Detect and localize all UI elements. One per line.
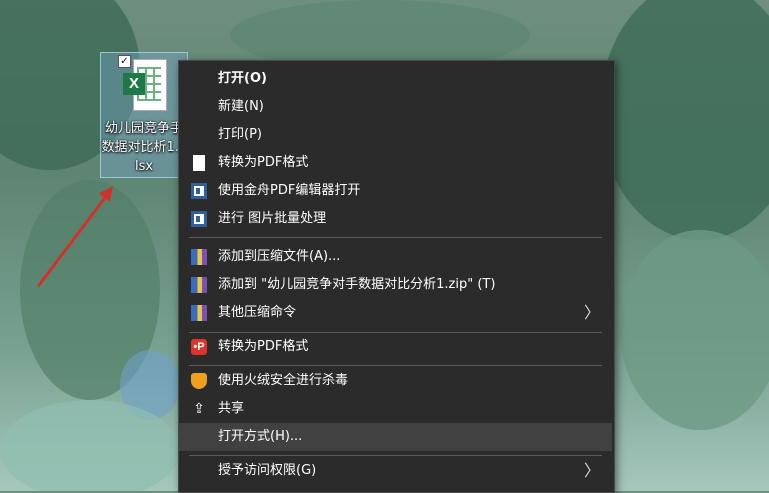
- menu-item-label: 打印(P): [218, 127, 262, 142]
- menu-separator: [189, 455, 602, 456]
- menu-item-open-pdf-editor[interactable]: 使用金舟PDF编辑器打开: [179, 177, 612, 205]
- archive-icon: [191, 305, 207, 321]
- menu-item-label: 打开(O): [218, 71, 267, 86]
- image-batch-icon: [191, 211, 207, 227]
- menu-item-label: 使用金舟PDF编辑器打开: [218, 183, 361, 198]
- share-icon: ⇪: [193, 401, 205, 417]
- menu-item-convert-pdf-2[interactable]: •P 转换为PDF格式: [179, 333, 612, 361]
- menu-item-add-zip[interactable]: 添加到 "幼儿园竞争对手数据对比分析1.zip" (T): [179, 271, 612, 299]
- menu-item-label: 添加到压缩文件(A)...: [218, 249, 341, 264]
- document-icon: [193, 155, 205, 171]
- chevron-right-icon: 〉: [583, 303, 600, 322]
- excel-icon: X: [123, 59, 167, 111]
- menu-separator: [189, 237, 602, 238]
- menu-item-print[interactable]: 打印(P): [179, 121, 612, 149]
- archive-icon: [191, 249, 207, 265]
- menu-item-label: 使用火绒安全进行杀毒: [218, 373, 349, 388]
- pdf-convert-icon: •P: [191, 339, 207, 355]
- menu-item-label: 打开方式(H)...: [218, 429, 303, 444]
- menu-item-open[interactable]: 打开(O): [179, 65, 612, 93]
- context-menu: 打开(O) 新建(N) 打印(P) 转换为PDF格式 使用金舟PDF编辑器打开 …: [178, 60, 615, 493]
- menu-item-label: 转换为PDF格式: [218, 155, 309, 170]
- menu-item-add-archive[interactable]: 添加到压缩文件(A)...: [179, 243, 612, 271]
- excel-file-icon[interactable]: ✓ X 幼儿园竞争手数据对比析1.xlsx: [100, 52, 188, 178]
- menu-item-label: 添加到 "幼儿园竞争对手数据对比分析1.zip" (T): [218, 277, 496, 292]
- menu-item-other-compress[interactable]: 其他压缩命令 〉: [179, 299, 612, 327]
- menu-item-antivirus[interactable]: 使用火绒安全进行杀毒: [179, 367, 612, 395]
- menu-item-label: 共享: [218, 401, 245, 416]
- menu-item-label: 其他压缩命令: [218, 305, 297, 320]
- menu-item-share[interactable]: ⇪ 共享: [179, 395, 612, 423]
- menu-item-open-with[interactable]: 打开方式(H)...: [179, 423, 612, 451]
- menu-item-new[interactable]: 新建(N): [179, 93, 612, 121]
- menu-item-grant-access[interactable]: 授予访问权限(G) 〉: [179, 457, 612, 485]
- menu-item-label: 新建(N): [218, 99, 264, 114]
- menu-item-convert-pdf[interactable]: 转换为PDF格式: [179, 149, 612, 177]
- file-name-label: 幼儿园竞争手数据对比析1.xlsx: [101, 121, 187, 174]
- chevron-right-icon: 〉: [583, 461, 600, 480]
- menu-item-label: 授予访问权限(G): [218, 463, 317, 478]
- shield-icon: [191, 373, 207, 389]
- menu-separator: [189, 365, 602, 366]
- pdf-editor-icon: [191, 183, 207, 199]
- menu-item-label: 进行 图片批量处理: [218, 211, 327, 226]
- menu-item-label: 转换为PDF格式: [218, 339, 309, 354]
- archive-icon: [191, 277, 207, 293]
- menu-item-image-batch[interactable]: 进行 图片批量处理: [179, 205, 612, 233]
